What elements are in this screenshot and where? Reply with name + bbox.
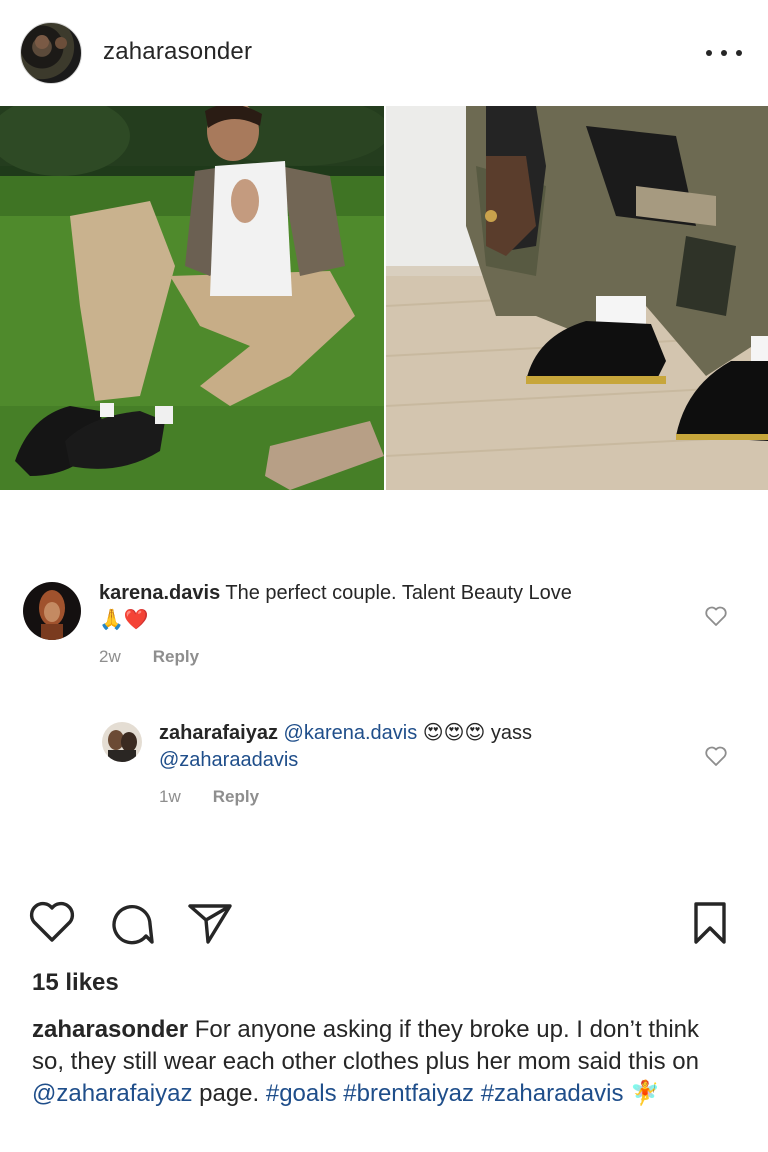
comment-username[interactable]: karena.davis [99, 582, 220, 604]
heart-icon[interactable] [28, 900, 76, 944]
hashtag-link[interactable]: #brentfaiyaz [343, 1080, 474, 1107]
photo-patchwork-pants [386, 106, 768, 490]
mention-link[interactable]: @zaharafaiyaz [32, 1080, 192, 1107]
more-horizontal-icon[interactable] [706, 46, 742, 60]
comment-icon[interactable] [106, 900, 154, 946]
action-bar [0, 898, 768, 948]
avatar[interactable] [102, 722, 142, 762]
comment-emoji: 🙏❤️ [99, 609, 149, 631]
avatar[interactable] [20, 22, 82, 84]
caption-username[interactable]: zaharasonder [32, 1016, 188, 1043]
post-photo-right[interactable] [386, 106, 768, 490]
caption-emoji: 🧚 [630, 1080, 661, 1107]
post-username[interactable]: zaharasonder [103, 38, 252, 66]
mention-link[interactable]: @zaharaadavis [159, 749, 298, 771]
likes-count[interactable]: 15 likes [32, 969, 119, 997]
post-caption: zaharasonder For anyone asking if they b… [32, 1014, 732, 1110]
comment-meta: 1w Reply [159, 787, 259, 807]
post-header: zaharasonder [0, 0, 768, 106]
caption-text: page. [199, 1080, 260, 1107]
heart-icon[interactable] [704, 745, 728, 767]
commenter-avatar-image [23, 582, 81, 640]
hashtag-link[interactable]: #zaharadavis [481, 1080, 624, 1107]
mention-link[interactable]: @karena.davis [284, 722, 418, 744]
comment-username[interactable]: zaharafaiyaz [159, 722, 278, 744]
comment: karena.davis The perfect couple. Talent … [99, 580, 679, 634]
reply-comment: zaharafaiyaz @karena.davis 😍😍😍 yass @zah… [159, 720, 679, 774]
hashtag-link[interactable]: #goals [266, 1080, 337, 1107]
reply-button[interactable]: Reply [213, 787, 259, 807]
photo-girl-on-grass [0, 106, 384, 490]
post-photo-left[interactable] [0, 106, 384, 490]
avatar[interactable] [23, 582, 81, 640]
bookmark-icon[interactable] [690, 900, 730, 946]
reply-button[interactable]: Reply [153, 647, 199, 667]
comment-meta: 2w Reply [99, 647, 199, 667]
reply-avatar-image [102, 722, 142, 762]
comment-body: The perfect couple. Talent Beauty Love [225, 582, 572, 604]
send-icon[interactable] [186, 900, 234, 946]
comment-emoji: 😍😍😍 [422, 722, 486, 744]
comment-timestamp: 2w [99, 647, 121, 666]
comment-body: yass [490, 722, 533, 744]
heart-icon[interactable] [704, 605, 728, 627]
comment-timestamp: 1w [159, 787, 181, 806]
